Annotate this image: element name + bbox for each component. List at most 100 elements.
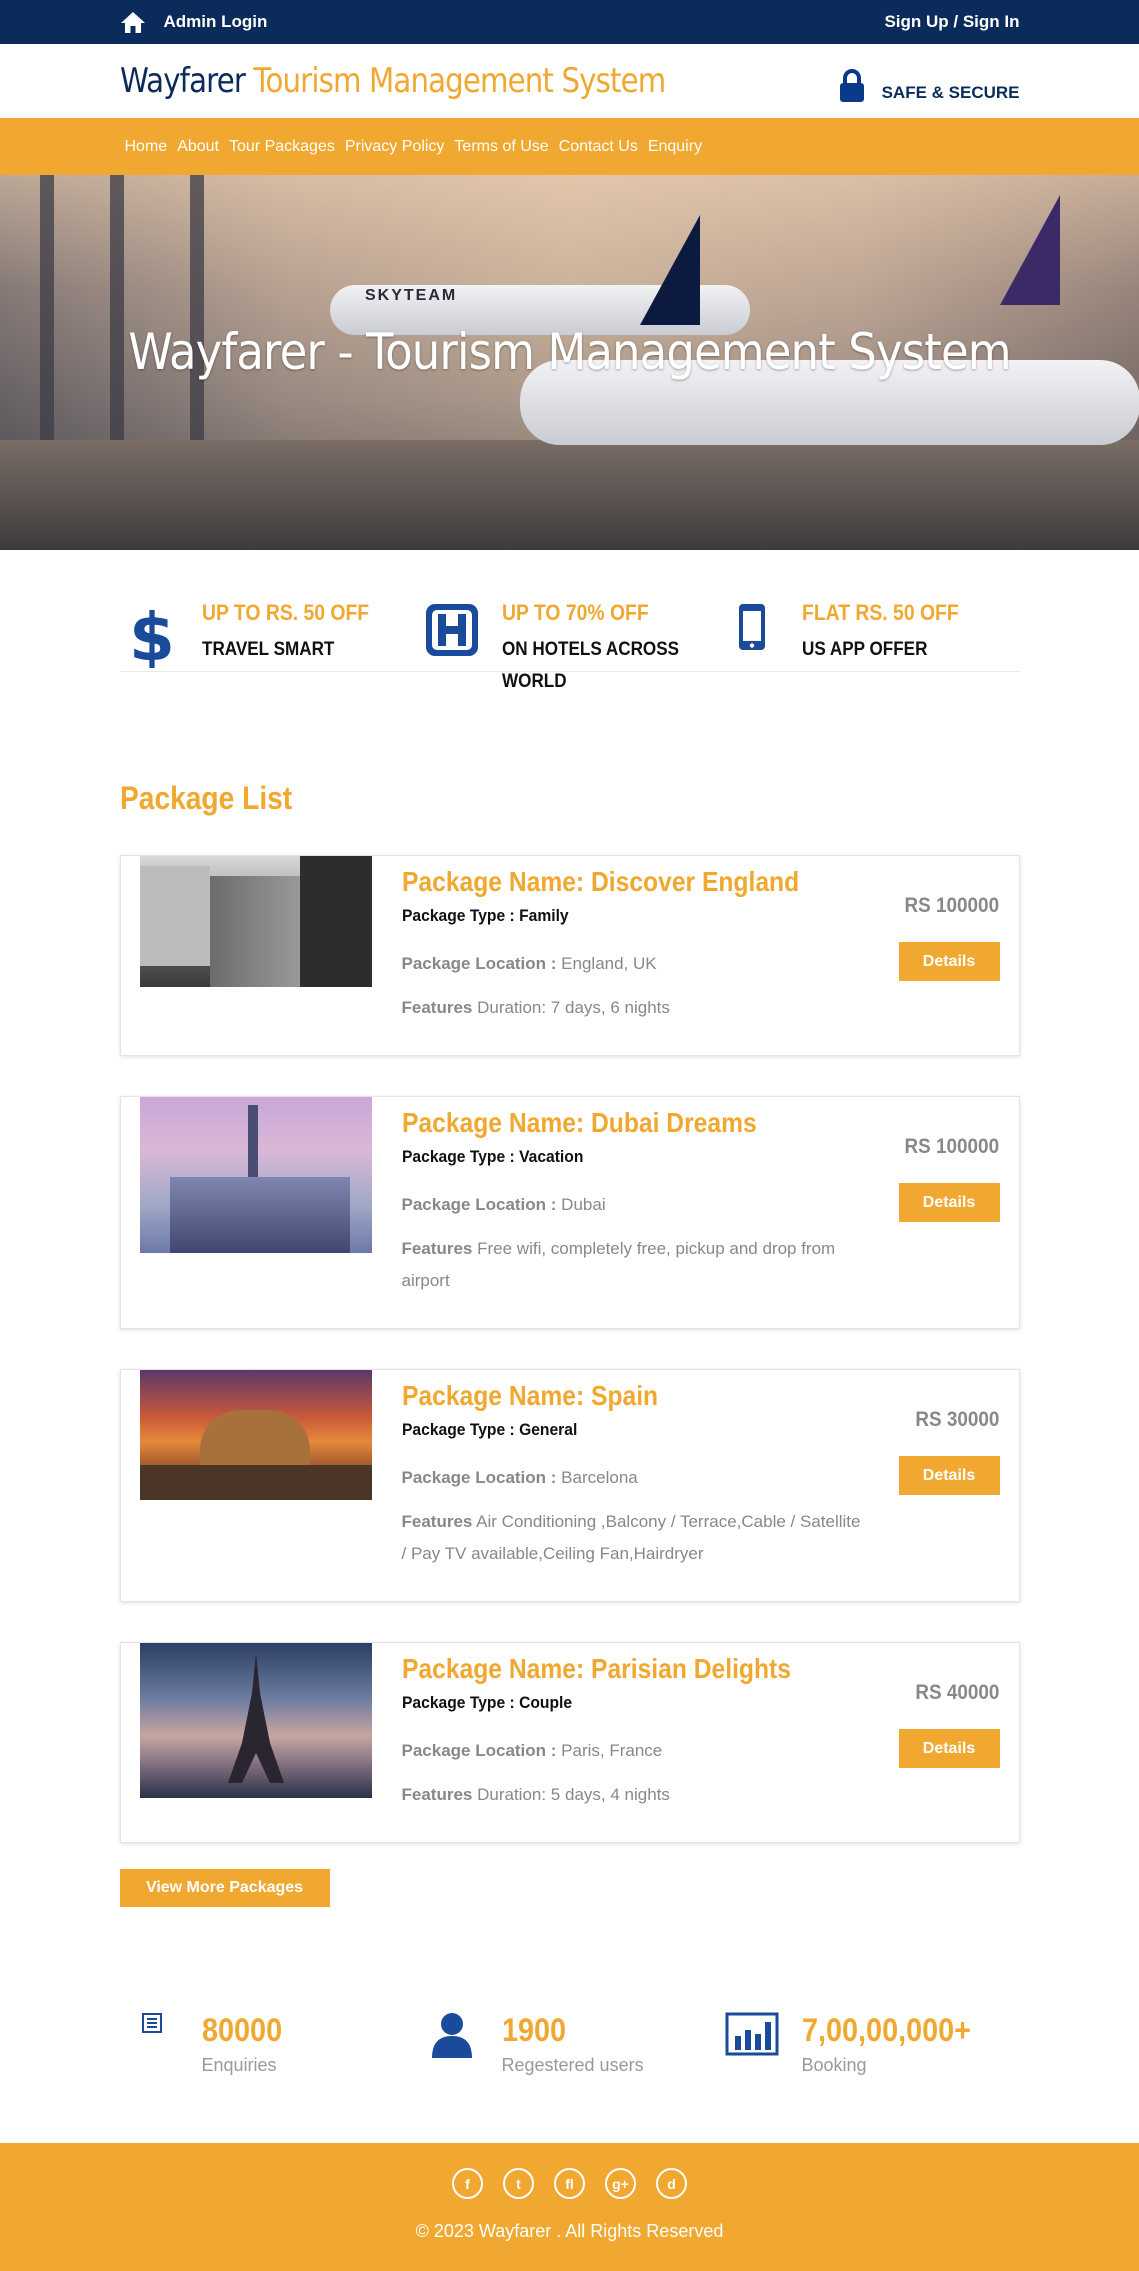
logo-part1: Wayfarer bbox=[119, 61, 246, 101]
package-location: Package Location : Barcelona bbox=[402, 1462, 870, 1494]
details-button[interactable]: Details bbox=[898, 1729, 1000, 1768]
package-type: Package Type : General bbox=[401, 1420, 577, 1439]
package-features: Features Duration: 7 days, 6 nights bbox=[402, 992, 870, 1024]
stat-number: 1900 bbox=[501, 2012, 566, 2048]
offer-subtitle: TRAVEL SMART bbox=[201, 639, 334, 660]
package-location: Package Location : Dubai bbox=[402, 1189, 870, 1221]
banner-plane-text: SKYTEAM bbox=[365, 287, 458, 304]
mobile-icon bbox=[738, 604, 765, 650]
stat-item: 7,00,00,000+ Booking bbox=[720, 2012, 1020, 2076]
location-value: Paris, France bbox=[561, 1741, 663, 1760]
nav-terms-of-use[interactable]: Terms of Use bbox=[449, 138, 553, 156]
features-label: Features bbox=[401, 1512, 473, 1531]
package-name: Package Name: Dubai Dreams bbox=[401, 1107, 757, 1138]
banner-tail bbox=[1000, 195, 1060, 305]
view-more-packages-button[interactable]: View More Packages bbox=[119, 1869, 330, 1907]
features-label: Features bbox=[401, 1239, 473, 1258]
copyright: © 2023 Wayfarer . All Rights Reserved bbox=[415, 2221, 724, 2241]
offer-title: UP TO 70% OFF bbox=[501, 600, 649, 625]
twitter-icon[interactable]: t bbox=[503, 2168, 534, 2199]
package-type: Package Type : Family bbox=[401, 906, 569, 925]
nav-about[interactable]: About bbox=[172, 138, 224, 156]
lock-icon bbox=[838, 69, 866, 103]
offers-strip: $ UP TO RS. 50 OFF TRAVEL SMART UP TO 70… bbox=[0, 550, 1139, 730]
features-value: Duration: 5 days, 4 nights bbox=[477, 1785, 670, 1804]
package-price: RS 100000 bbox=[904, 1135, 1000, 1158]
user-icon bbox=[431, 2013, 472, 2058]
location-label: Package Location : bbox=[401, 1468, 557, 1487]
features-label: Features bbox=[401, 998, 473, 1017]
package-image-england[interactable] bbox=[139, 856, 372, 987]
package-type: Package Type : Couple bbox=[401, 1693, 572, 1712]
offer-item: UP TO 70% OFF ON HOTELS ACROSS WORLD bbox=[420, 600, 720, 698]
offer-item: FLAT RS. 50 OFF US APP OFFER bbox=[720, 600, 1020, 698]
package-image-paris[interactable] bbox=[139, 1643, 372, 1798]
location-value: Dubai bbox=[561, 1195, 606, 1214]
hotel-icon bbox=[425, 604, 478, 656]
banner-title: Wayfarer - Tourism Management System bbox=[128, 323, 1011, 381]
top-bar: Admin Login Sign Up / Sign In bbox=[0, 0, 1139, 44]
stat-number: 7,00,00,000+ bbox=[801, 2012, 971, 2048]
package-image-spain[interactable] bbox=[139, 1370, 372, 1500]
package-card: Package Name: Discover England Package T… bbox=[119, 855, 1020, 1056]
package-price: RS 40000 bbox=[915, 1681, 1000, 1704]
features-label: Features bbox=[401, 1785, 473, 1804]
location-value: England, UK bbox=[561, 954, 657, 973]
offer-subtitle: ON HOTELS ACROSS WORLD bbox=[501, 639, 679, 692]
facebook-icon[interactable]: f bbox=[452, 2168, 483, 2199]
stats-strip: 80000 Enquiries 1900 Regestered users 7,… bbox=[120, 2012, 1020, 2076]
stat-item: 1900 Regestered users bbox=[420, 2012, 720, 2076]
nav-tour-packages[interactable]: Tour Packages bbox=[224, 138, 340, 156]
package-card: Package Name: Dubai Dreams Package Type … bbox=[119, 1096, 1020, 1329]
nav-home[interactable]: Home bbox=[120, 138, 173, 156]
package-features: Features Air Conditioning ,Balcony / Ter… bbox=[402, 1506, 870, 1570]
site-logo[interactable]: Wayfarer Tourism Management System bbox=[119, 61, 666, 101]
svg-text:$: $ bbox=[132, 602, 172, 668]
offer-title: UP TO RS. 50 OFF bbox=[201, 600, 369, 625]
package-price: RS 30000 bbox=[915, 1408, 1000, 1431]
details-button[interactable]: Details bbox=[898, 1183, 1000, 1222]
nav-contact-us[interactable]: Contact Us bbox=[554, 138, 643, 156]
features-value: Duration: 7 days, 6 nights bbox=[477, 998, 670, 1017]
package-card: Package Name: Spain Package Type : Gener… bbox=[119, 1369, 1020, 1602]
location-label: Package Location : bbox=[401, 1741, 557, 1760]
dollar-icon: $ bbox=[132, 602, 172, 668]
package-location: Package Location : Paris, France bbox=[402, 1735, 870, 1767]
dribbble-icon[interactable]: d bbox=[656, 2168, 687, 2199]
nav-enquiry[interactable]: Enquiry bbox=[643, 138, 707, 156]
admin-login-link[interactable]: Admin Login bbox=[164, 12, 268, 32]
details-button[interactable]: Details bbox=[898, 1456, 1000, 1495]
offer-title: FLAT RS. 50 OFF bbox=[801, 600, 959, 625]
google-plus-icon[interactable]: g+ bbox=[605, 2168, 636, 2199]
package-type: Package Type : Vacation bbox=[401, 1147, 583, 1166]
location-label: Package Location : bbox=[401, 954, 557, 973]
package-name: Package Name: Parisian Delights bbox=[401, 1653, 791, 1684]
sign-up-sign-in-link[interactable]: Sign Up / Sign In bbox=[884, 12, 1019, 32]
banner-tail bbox=[640, 215, 700, 325]
package-features: Features Free wifi, completely free, pic… bbox=[402, 1233, 870, 1297]
safe-secure-label: SAFE & SECURE bbox=[881, 83, 1020, 102]
site-footer: f t fl g+ d © 2023 Wayfarer . All Rights… bbox=[0, 2143, 1139, 2271]
package-list-title: Package List bbox=[119, 780, 292, 816]
package-name: Package Name: Discover England bbox=[401, 866, 799, 897]
banner-ground bbox=[0, 440, 1139, 550]
package-section: Package List Package Name: Discover Engl… bbox=[119, 780, 1020, 2076]
offer-subtitle: US APP OFFER bbox=[801, 639, 927, 660]
location-value: Barcelona bbox=[561, 1468, 638, 1487]
main-nav: Home About Tour Packages Privacy Policy … bbox=[0, 118, 1139, 175]
stat-label: Booking bbox=[801, 2055, 867, 2075]
package-location: Package Location : England, UK bbox=[402, 948, 870, 980]
stat-item: 80000 Enquiries bbox=[120, 2012, 420, 2076]
hero-banner: SKYTEAM Wayfarer - Tourism Management Sy… bbox=[0, 175, 1139, 550]
home-icon[interactable] bbox=[120, 10, 146, 34]
social-links: f t fl g+ d bbox=[0, 2143, 1139, 2199]
logo-part2: Tourism Management System bbox=[252, 61, 666, 101]
details-button[interactable]: Details bbox=[898, 942, 1000, 981]
package-image-dubai[interactable] bbox=[139, 1097, 372, 1253]
site-header: Wayfarer Tourism Management System SAFE … bbox=[0, 44, 1139, 118]
flickr-icon[interactable]: fl bbox=[554, 2168, 585, 2199]
safe-secure: SAFE & SECURE bbox=[838, 59, 1020, 103]
nav-privacy-policy[interactable]: Privacy Policy bbox=[340, 138, 450, 156]
stat-number: 80000 bbox=[201, 2012, 282, 2048]
package-name: Package Name: Spain bbox=[401, 1380, 658, 1411]
